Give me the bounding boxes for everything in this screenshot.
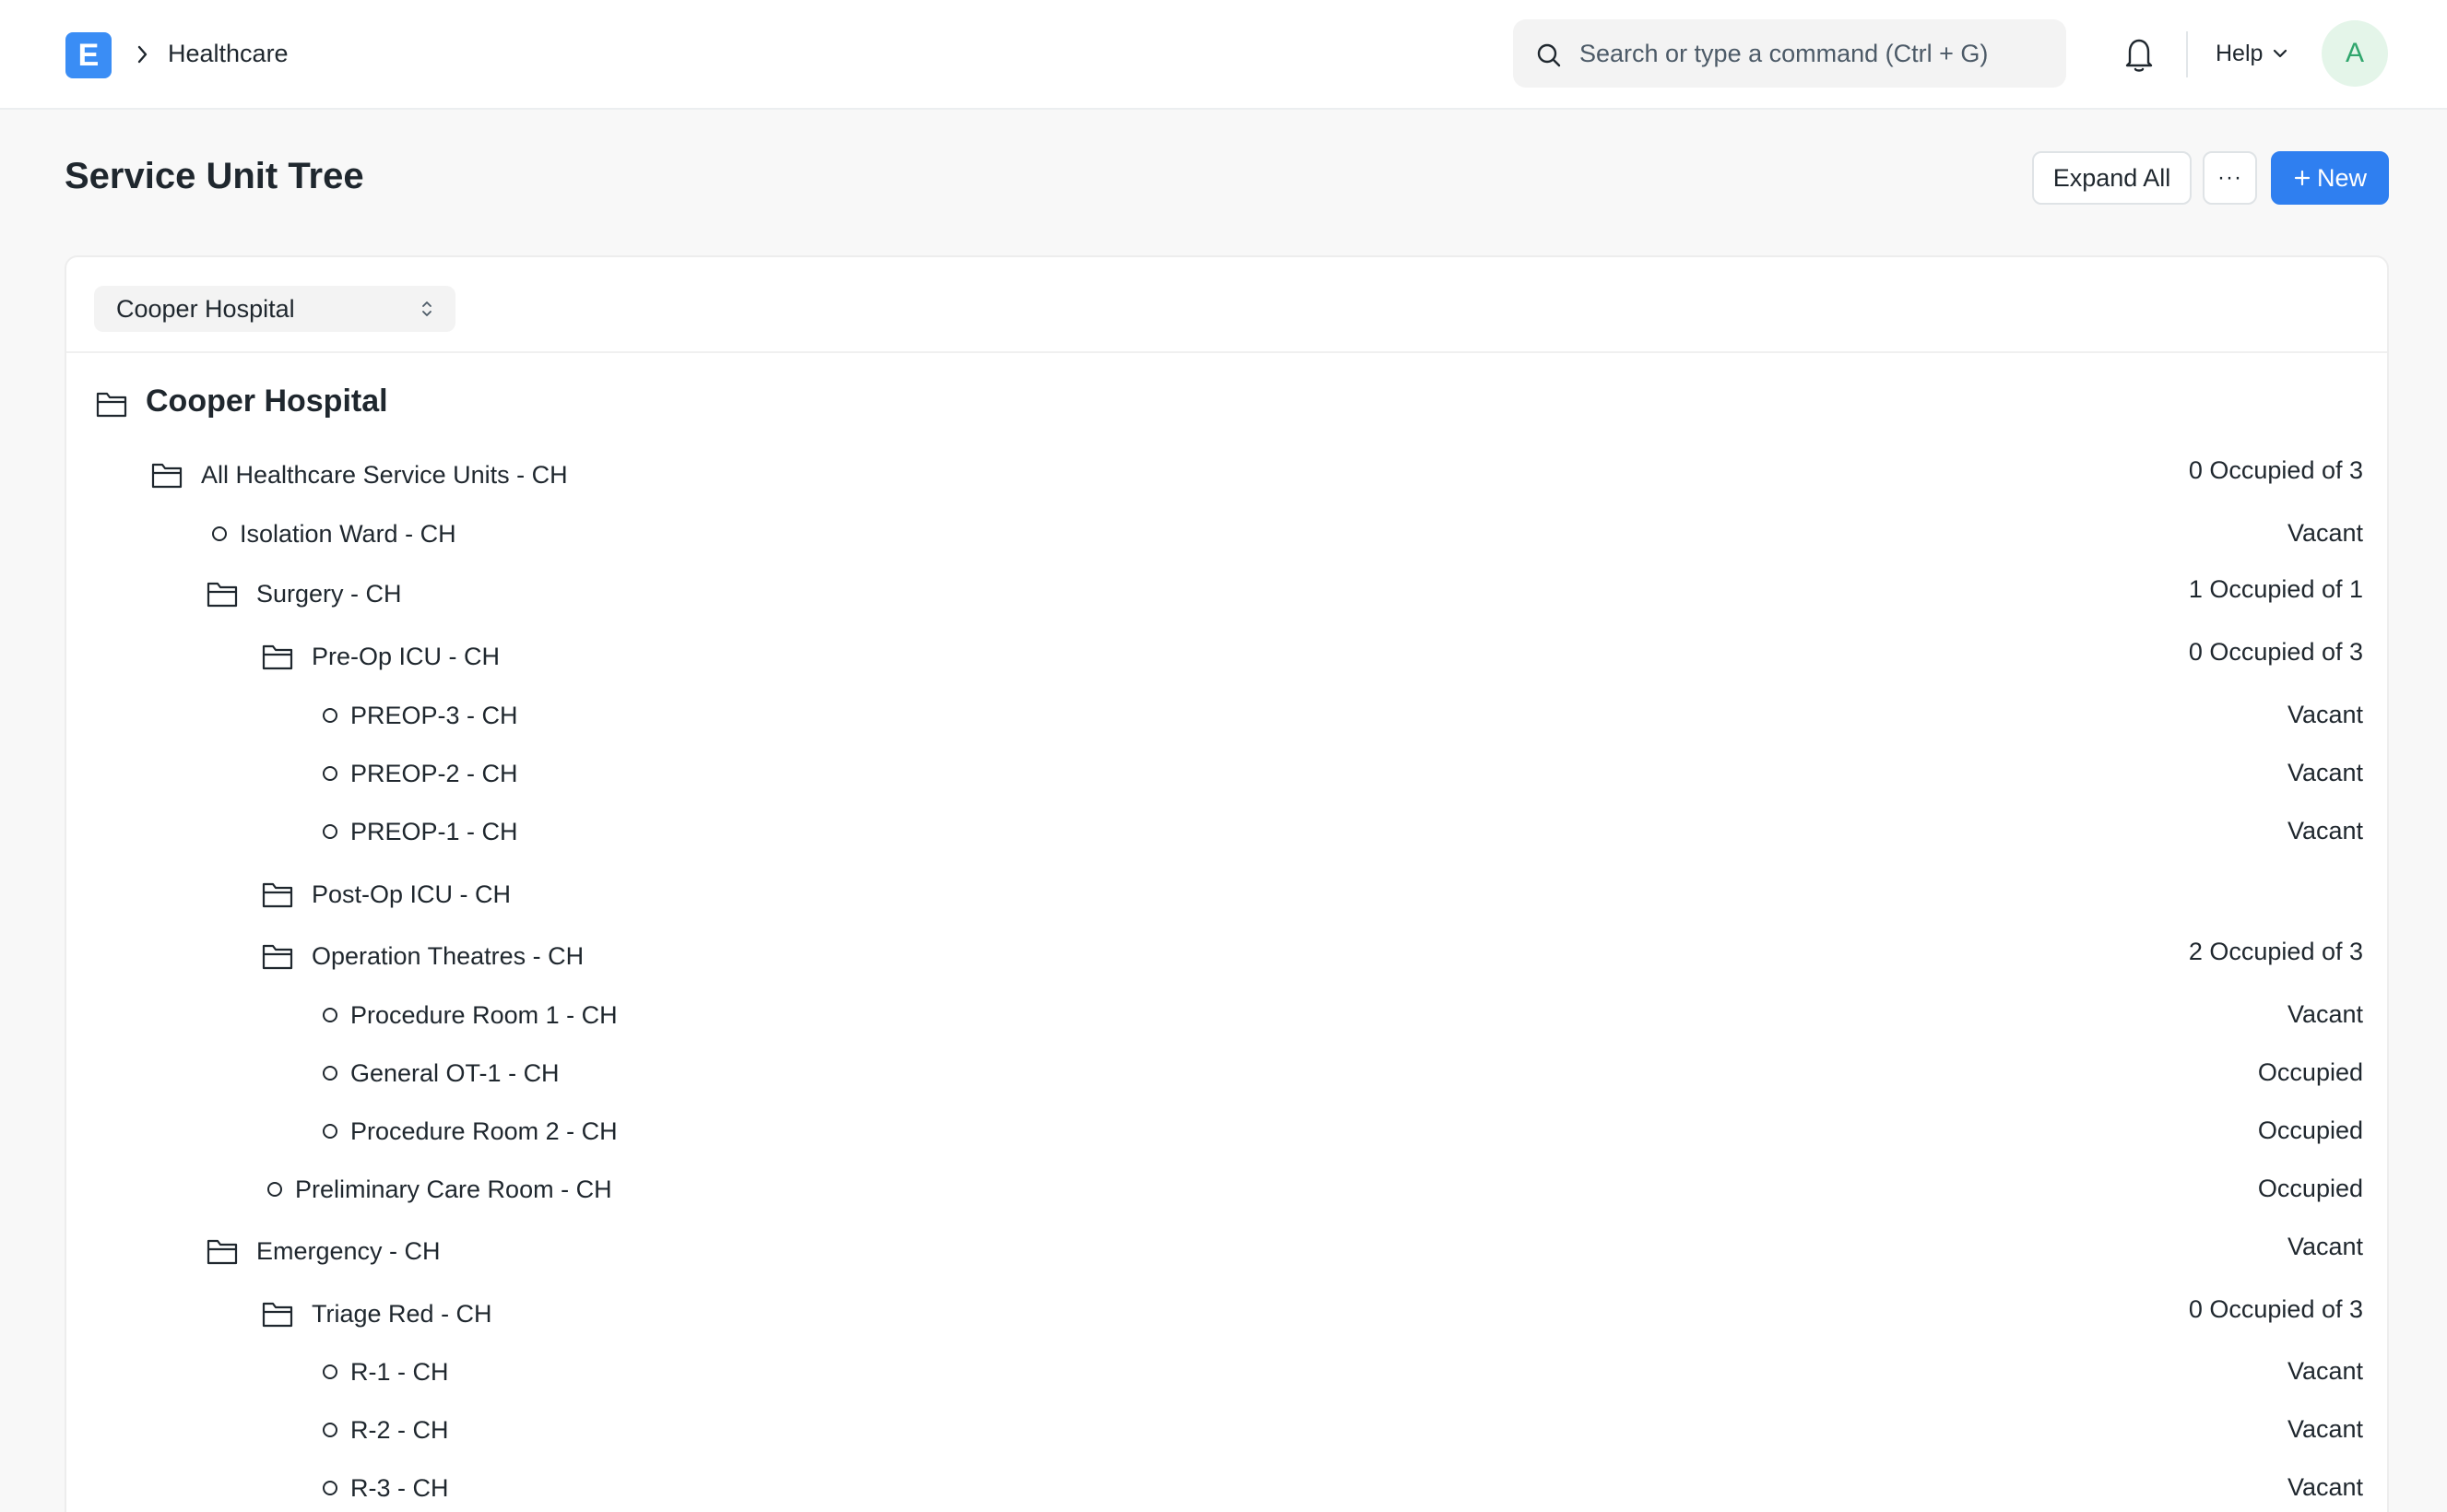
tree-node-status: 2 Occupied of 3 (2188, 938, 2363, 965)
tree-root[interactable]: Cooper Hospital (66, 379, 2391, 425)
tree-node-label: R-2 - CH (350, 1416, 449, 1444)
tree-node-label: Procedure Room 2 - CH (350, 1117, 618, 1145)
tree-node-label: PREOP-2 - CH (350, 760, 518, 787)
navbar: E Healthcare Search or type a command (C… (0, 0, 2447, 110)
tree-node-status: Vacant (2287, 1473, 2363, 1501)
tree-node-label: PREOP-3 - CH (350, 702, 518, 729)
folder-icon (207, 1237, 238, 1265)
circle-node-icon (323, 1481, 337, 1495)
tree-node-status: Vacant (2287, 1415, 2363, 1443)
tree-leaf-node[interactable]: Procedure Room 2 - CH Occupied (66, 1108, 2391, 1154)
tree-node-label: Emergency - CH (256, 1237, 441, 1265)
help-label: Help (2216, 41, 2264, 66)
tree-node-label: Pre-Op ICU - CH (312, 643, 501, 670)
circle-node-icon (323, 824, 337, 839)
tree-leaf-node[interactable]: PREOP-1 - CH Vacant (66, 809, 2391, 855)
page-title: Service Unit Tree (65, 156, 364, 196)
app-logo[interactable]: E (65, 32, 112, 78)
tree-node-status: Vacant (2287, 1000, 2363, 1028)
search-input[interactable]: Search or type a command (Ctrl + G) (1513, 19, 2066, 88)
circle-node-icon (323, 766, 337, 781)
tree-node-status: 1 Occupied of 1 (2188, 575, 2363, 603)
tree-leaf-node[interactable]: Procedure Room 1 - CH Vacant (66, 992, 2391, 1038)
tree-node-status: Vacant (2287, 701, 2363, 728)
tree-node-status: 0 Occupied of 3 (2188, 1295, 2363, 1323)
tree-node-status: Occupied (2257, 1175, 2363, 1202)
tree-group-node[interactable]: Operation Theatres - CH 2 Occupied of 3 (66, 933, 2391, 979)
folder-icon (262, 942, 293, 970)
tree-root-label: Cooper Hospital (146, 384, 388, 419)
tree-filter-bar: Cooper Hospital (66, 257, 2387, 353)
tree-node-status: 0 Occupied of 3 (2188, 456, 2363, 484)
folder-icon (207, 580, 238, 608)
tree-leaf-node[interactable]: Isolation Ward - CH Vacant (66, 511, 2391, 557)
circle-node-icon (267, 1182, 282, 1197)
tree-leaf-node[interactable]: Preliminary Care Room - CH Occupied (66, 1166, 2391, 1212)
tree-node-status: Vacant (2287, 1233, 2363, 1260)
circle-node-icon (323, 1124, 337, 1139)
new-button[interactable]: New (2271, 151, 2389, 205)
select-arrows-icon (422, 301, 431, 316)
company-select[interactable]: Cooper Hospital (94, 286, 455, 332)
company-select-value: Cooper Hospital (116, 295, 295, 323)
tree-node-label: All Healthcare Service Units - CH (201, 461, 568, 489)
tree-node-status: Vacant (2287, 1357, 2363, 1385)
search-placeholder: Search or type a command (Ctrl + G) (1579, 40, 1989, 67)
tree-leaf-node[interactable]: General OT-1 - CH Occupied (66, 1050, 2391, 1096)
chevron-down-icon (2274, 49, 2287, 58)
plus-icon (2294, 170, 2311, 186)
bell-icon[interactable] (2122, 35, 2156, 74)
tree-node-label: Preliminary Care Room - CH (295, 1175, 612, 1203)
tree-group-node[interactable]: Post-Op ICU - CH (66, 871, 2391, 917)
tree-node-label: R-1 - CH (350, 1358, 449, 1386)
tree-node-label: General OT-1 - CH (350, 1059, 560, 1087)
tree-node-label: Operation Theatres - CH (312, 942, 585, 970)
tree-node-label: Isolation Ward - CH (240, 520, 456, 548)
circle-node-icon (323, 1066, 337, 1081)
folder-icon (262, 643, 293, 670)
tree-node-label: Triage Red - CH (312, 1300, 492, 1328)
tree-group-node[interactable]: Triage Red - CH 0 Occupied of 3 (66, 1291, 2391, 1337)
chevron-right-icon (137, 45, 148, 64)
avatar[interactable]: A (2322, 20, 2388, 87)
circle-node-icon (323, 1423, 337, 1437)
folder-icon (262, 1300, 293, 1328)
tree-group-node[interactable]: Surgery - CH 1 Occupied of 1 (66, 571, 2391, 617)
tree-group-node[interactable]: All Healthcare Service Units - CH 0 Occup… (66, 452, 2391, 498)
tree-node-status: Vacant (2287, 759, 2363, 786)
breadcrumb-healthcare[interactable]: Healthcare (168, 35, 289, 72)
tree-card: Cooper Hospital Cooper Hospital All Healt… (65, 255, 2389, 1512)
tree-leaf-node[interactable]: R-3 - CH Vacant (66, 1465, 2391, 1511)
tree-leaf-node[interactable]: PREOP-2 - CH Vacant (66, 750, 2391, 797)
more-actions-button[interactable]: ··· (2203, 151, 2257, 205)
expand-all-button[interactable]: Expand All (2032, 151, 2192, 205)
tree-node-status: Occupied (2257, 1058, 2363, 1086)
circle-node-icon (323, 708, 337, 723)
tree-node-label: Post-Op ICU - CH (312, 880, 512, 908)
tree-node-status: 0 Occupied of 3 (2188, 638, 2363, 666)
tree-node-label: Surgery - CH (256, 580, 402, 608)
tree-node-label: PREOP-1 - CH (350, 818, 518, 845)
tree-group-node[interactable]: Emergency - CH Vacant (66, 1228, 2391, 1274)
tree-group-node[interactable]: Pre-Op ICU - CH 0 Occupied of 3 (66, 633, 2391, 679)
tree-node-status: Occupied (2257, 1116, 2363, 1144)
new-button-label: New (2316, 163, 2367, 192)
folder-icon (96, 390, 127, 418)
tree-node-label: R-3 - CH (350, 1474, 449, 1502)
search-icon (1537, 43, 1561, 67)
circle-node-icon (323, 1364, 337, 1379)
tree-node-label: Procedure Room 1 - CH (350, 1001, 618, 1029)
tree-leaf-node[interactable]: R-2 - CH Vacant (66, 1407, 2391, 1453)
circle-node-icon (212, 526, 227, 541)
tree-node-status: Vacant (2287, 817, 2363, 845)
tree-leaf-node[interactable]: PREOP-3 - CH Vacant (66, 692, 2391, 738)
tree-leaf-node[interactable]: R-1 - CH Vacant (66, 1349, 2391, 1395)
navbar-divider (2186, 31, 2188, 77)
circle-node-icon (323, 1008, 337, 1022)
folder-icon (151, 461, 183, 489)
folder-icon (262, 880, 293, 908)
help-dropdown[interactable]: Help (2216, 35, 2288, 72)
tree-node-status: Vacant (2287, 519, 2363, 547)
